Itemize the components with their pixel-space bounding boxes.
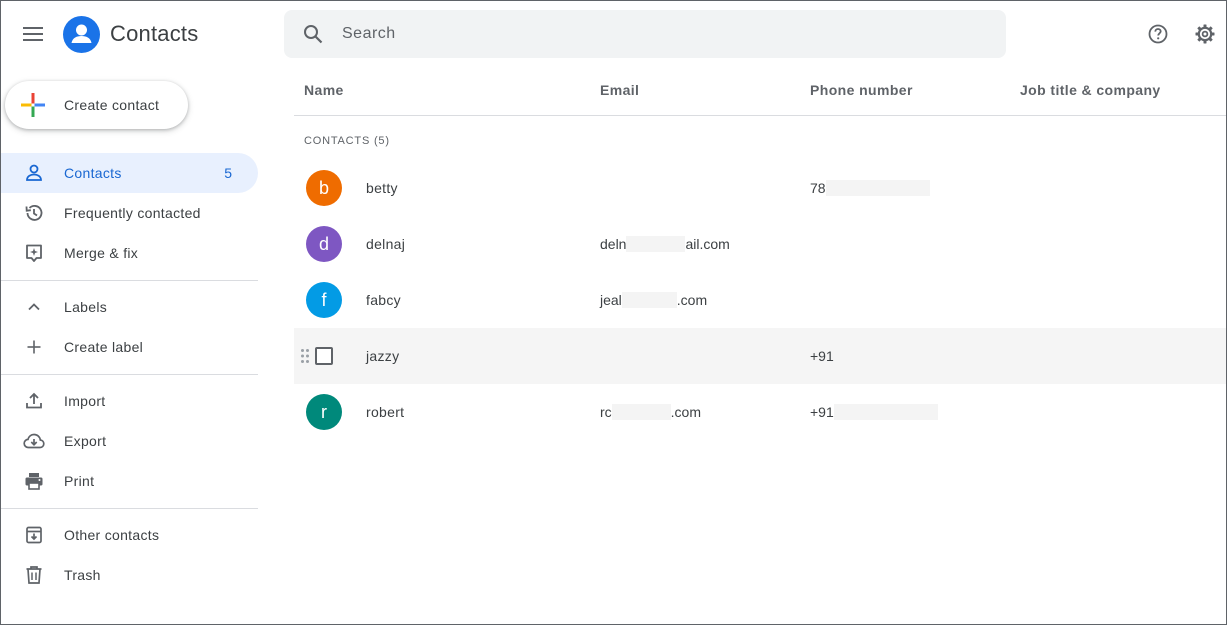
- sidebar-item-label: Merge & fix: [64, 245, 139, 261]
- sidebar-item-label: Print: [64, 473, 95, 489]
- hamburger-menu-icon: [23, 27, 43, 41]
- contact-name: delnaj: [366, 236, 406, 252]
- contact-phone: +91: [810, 348, 834, 364]
- contact-row-robert[interactable]: r robert rc .com +91: [294, 384, 1226, 440]
- section-label: CONTACTS (5): [304, 135, 390, 147]
- add-icon: [22, 335, 46, 359]
- contacts-app: Contacts Search Create contact Contacts …: [0, 0, 1227, 625]
- sidebar-divider: [1, 508, 258, 509]
- column-header-job: Job title & company: [1020, 82, 1161, 98]
- sidebar-item-label: Labels: [64, 299, 108, 315]
- contact-email: rc .com: [600, 404, 702, 420]
- contacts-count: 5: [224, 165, 232, 181]
- cloud-download-icon: [22, 429, 46, 453]
- sidebar-item-label: Create label: [64, 339, 144, 355]
- gear-icon: [1195, 24, 1215, 44]
- contact-email: deln ail.com: [600, 236, 730, 252]
- archive-download-icon: [22, 523, 46, 547]
- sidebar-item-import[interactable]: Import: [1, 381, 258, 421]
- sidebar-item-label: Frequently contacted: [64, 205, 201, 221]
- plus-icon: [21, 93, 45, 117]
- redacted-text: [833, 404, 938, 420]
- contact-email: jeal .com: [600, 292, 708, 308]
- contact-row-betty[interactable]: b betty 78: [294, 160, 1226, 216]
- sidebar-item-label: Export: [64, 433, 107, 449]
- contact-name: betty: [366, 180, 398, 196]
- contact-name: jazzy: [366, 348, 400, 364]
- sidebar-item-contacts[interactable]: Contacts 5: [1, 153, 258, 193]
- printer-icon: [22, 469, 46, 493]
- avatar[interactable]: r: [306, 394, 342, 430]
- redacted-text: [621, 292, 677, 308]
- redacted-text: [611, 404, 671, 420]
- drag-handle-icon[interactable]: [300, 348, 310, 364]
- app-title: Contacts: [110, 21, 199, 46]
- create-contact-button[interactable]: Create contact: [5, 81, 188, 129]
- sidebar-item-frequently-contacted[interactable]: Frequently contacted: [1, 193, 258, 233]
- chevron-up-icon: [22, 295, 46, 319]
- sidebar-item-label: Trash: [64, 567, 101, 583]
- sidebar-divider: [1, 280, 258, 281]
- contact-phone: +91: [810, 404, 938, 420]
- sidebar-item-export[interactable]: Export: [1, 421, 258, 461]
- search-bar[interactable]: [284, 10, 1006, 58]
- sidebar-item-create-label[interactable]: Create label: [1, 327, 258, 367]
- settings-button[interactable]: [1189, 18, 1221, 50]
- column-header-phone: Phone number: [810, 82, 913, 98]
- upload-icon: [22, 389, 46, 413]
- main-menu-button[interactable]: [15, 16, 51, 52]
- trash-icon: [22, 563, 46, 587]
- avatar[interactable]: d: [306, 226, 342, 262]
- sidebar-item-label: Import: [64, 393, 106, 409]
- person-icon: [22, 161, 46, 185]
- contact-phone: 78: [810, 180, 930, 196]
- sidebar-item-print[interactable]: Print: [1, 461, 258, 501]
- contact-row-fabcy[interactable]: f fabcy jeal .com: [294, 272, 1226, 328]
- contacts-logo-icon: [63, 16, 100, 53]
- history-icon: [22, 201, 46, 225]
- select-checkbox[interactable]: [315, 347, 333, 365]
- contact-name: robert: [366, 404, 405, 420]
- contact-row-jazzy[interactable]: jazzy +91: [294, 328, 1226, 384]
- merge-fix-icon: [22, 241, 46, 265]
- search-icon[interactable]: [284, 24, 342, 44]
- sidebar-item-label: Contacts: [64, 165, 122, 181]
- help-icon: [1148, 24, 1168, 44]
- sidebar-item-labels[interactable]: Labels: [1, 287, 258, 327]
- avatar[interactable]: f: [306, 282, 342, 318]
- create-contact-label: Create contact: [64, 97, 160, 113]
- sidebar-item-other-contacts[interactable]: Other contacts: [1, 515, 258, 555]
- contact-name: fabcy: [366, 292, 401, 308]
- sidebar-divider: [1, 374, 258, 375]
- header-divider: [294, 115, 1226, 116]
- column-header-email: Email: [600, 82, 640, 98]
- avatar[interactable]: b: [306, 170, 342, 206]
- sidebar-item-trash[interactable]: Trash: [1, 555, 258, 595]
- search-input[interactable]: [342, 25, 982, 43]
- contact-row-delnaj[interactable]: d delnaj deln ail.com: [294, 216, 1226, 272]
- redacted-text: [626, 236, 686, 252]
- redacted-text: [825, 180, 930, 196]
- sidebar-item-merge-fix[interactable]: Merge & fix: [1, 233, 258, 273]
- help-button[interactable]: [1142, 18, 1174, 50]
- sidebar-item-label: Other contacts: [64, 527, 160, 543]
- column-header-name[interactable]: Name: [304, 82, 344, 98]
